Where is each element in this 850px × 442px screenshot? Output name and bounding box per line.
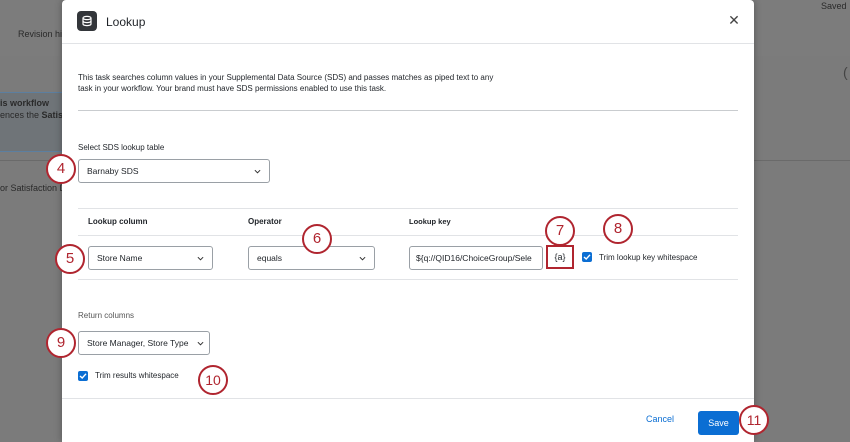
callout-7: 7 [545, 216, 575, 246]
chevron-down-icon [197, 341, 204, 346]
saved-status: Saved [821, 1, 847, 11]
background-divider [754, 160, 850, 161]
satisfaction-text: or Satisfaction D [0, 183, 67, 193]
chevron-down-icon [254, 169, 261, 174]
return-columns-label: Return columns [78, 311, 135, 320]
operator-value: equals [257, 253, 283, 263]
task-description: This task searches column values in your… [78, 73, 494, 93]
database-icon [77, 11, 97, 31]
callout-9: 9 [46, 328, 76, 358]
table-top-rule [78, 208, 738, 209]
table-header-rule [78, 235, 738, 236]
trim-key-label: Trim lookup key whitespace [599, 253, 698, 262]
description-divider [78, 110, 738, 111]
callout-4: 4 [46, 154, 76, 184]
callout-8: 8 [603, 214, 633, 244]
refresh-icon: ( [843, 64, 848, 80]
return-columns-select[interactable]: Store Manager, Store Type [78, 331, 210, 355]
lookup-column-value: Store Name [97, 253, 143, 263]
workflow-heading: is workflow [0, 98, 50, 108]
lookup-column-header: Lookup column [88, 217, 148, 226]
lookup-modal: Lookup ✕ This task searches column value… [62, 0, 754, 442]
check-icon [583, 254, 591, 260]
trim-results-label: Trim results whitespace [95, 371, 179, 380]
close-icon[interactable]: ✕ [726, 12, 742, 28]
return-columns-value: Store Manager, Store Type [87, 338, 189, 348]
sds-label: Select SDS lookup table [78, 143, 165, 152]
footer-divider [62, 398, 754, 399]
operator-header: Operator [248, 217, 282, 226]
modal-title: Lookup [106, 15, 146, 29]
workflow-subtext: ences the Satisf [0, 110, 67, 120]
table-bottom-rule [78, 279, 738, 280]
callout-6: 6 [302, 224, 332, 254]
sds-selected-value: Barnaby SDS [87, 166, 139, 176]
trim-results-checkbox[interactable] [78, 371, 88, 381]
callout-5: 5 [55, 244, 85, 274]
lookup-key-input[interactable]: ${q://QID16/ChoiceGroup/Sele [409, 246, 543, 270]
sds-table-select[interactable]: Barnaby SDS [78, 159, 270, 183]
piped-text-button[interactable]: {a} [546, 245, 574, 269]
chevron-down-icon [197, 256, 204, 261]
callout-11: 11 [739, 405, 769, 435]
lookup-key-header: Lookup key [409, 217, 451, 226]
callout-10: 10 [198, 365, 228, 395]
save-button[interactable]: Save [698, 411, 739, 435]
trim-key-checkbox[interactable] [582, 252, 592, 262]
modal-header: Lookup ✕ [62, 0, 754, 44]
lookup-column-select[interactable]: Store Name [88, 246, 213, 270]
cancel-button[interactable]: Cancel [646, 414, 674, 424]
chevron-down-icon [359, 256, 366, 261]
revision-history-link: Revision his [18, 29, 67, 39]
check-icon [79, 373, 87, 379]
